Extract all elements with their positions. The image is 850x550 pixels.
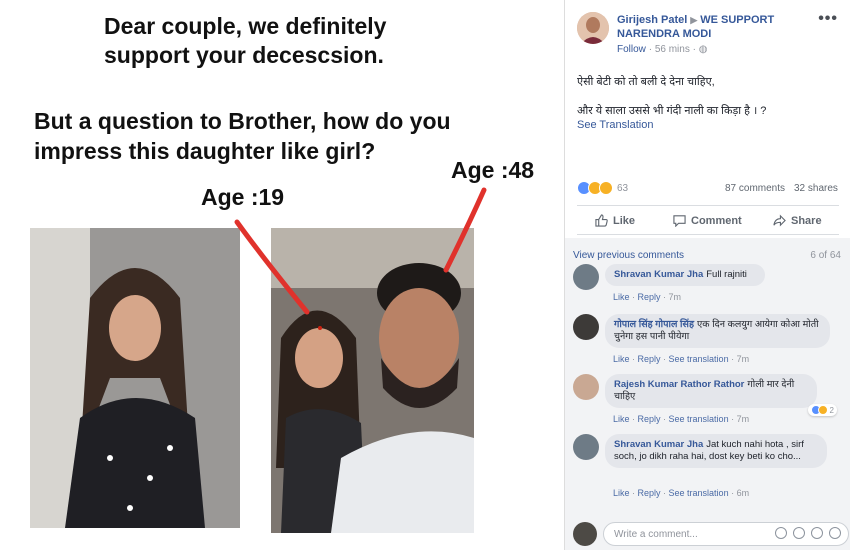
camera-icon[interactable] (793, 527, 805, 539)
commenter-name[interactable]: Shravan Kumar Jha (614, 439, 703, 450)
comment-actions: Like · Reply · See translation · 6m (613, 488, 750, 498)
comment-like-link[interactable]: Like (613, 488, 630, 498)
comment-reply-link[interactable]: Reply (638, 414, 661, 424)
facebook-post-panel: Girijesh Patel ▶ WE SUPPORT NARENDRA MODI … (564, 0, 850, 550)
comment-see-translation-link[interactable]: See translation (669, 354, 729, 364)
post-header: Girijesh Patel ▶ WE SUPPORT NARENDRA MODI (617, 13, 817, 41)
commenter-name[interactable]: गोपाल सिंह गोपाल सिंह (614, 319, 694, 330)
follow-link[interactable]: Follow (617, 44, 646, 55)
arrow-right-icon: ▶ (690, 15, 698, 25)
comments-section: View previous comments 6 of 64 Shravan K… (565, 238, 850, 550)
age-label-left: Age :19 (201, 184, 285, 210)
divider (577, 234, 839, 235)
comment-text: Full rajniti (706, 269, 747, 280)
age-label-right: Age :48 (451, 157, 535, 183)
arrow-left-icon (234, 219, 310, 315)
commenter-avatar[interactable] (573, 314, 599, 340)
reaction-count: 63 (617, 182, 629, 194)
share-count[interactable]: 32 shares (794, 183, 838, 194)
sticker-icon[interactable] (829, 527, 841, 539)
comment-bubble: Shravan Kumar Jha Full rajniti (605, 264, 765, 286)
commenter-avatar[interactable] (573, 264, 599, 290)
comment-actions: Like · Reply · 7m (613, 292, 682, 302)
like-button[interactable]: Like (595, 214, 635, 227)
comment-reply-link[interactable]: Reply (638, 488, 661, 498)
meme-caption-top: Dear couple, we definitely support your … (104, 13, 387, 68)
comment-bubble: गोपाल सिंह गोपाल सिंह एक दिन कलयुग आयेगा … (605, 314, 830, 348)
comment-label: Comment (691, 214, 742, 227)
comments-count-indicator: 6 of 64 (810, 250, 841, 261)
meta-separator: · (648, 44, 653, 55)
commenter-name[interactable]: Shravan Kumar Jha (614, 269, 703, 280)
like-label: Like (613, 214, 636, 227)
comment-time[interactable]: 7m (737, 354, 750, 364)
emoji-icon[interactable] (775, 527, 787, 539)
meta-separator: · (692, 44, 696, 55)
comment-time[interactable]: 7m (669, 292, 682, 302)
reaction-summary[interactable]: 63 (577, 181, 628, 195)
gif-icon[interactable] (811, 527, 823, 539)
meme-caption-question: But a question to Brother, how do you im… (34, 108, 451, 164)
comment-input-tools (775, 527, 841, 539)
commenter-name[interactable]: Rajesh Kumar Rathor Rathor (614, 379, 744, 390)
comment-button[interactable]: Comment (673, 214, 742, 227)
comment-like-link[interactable]: Like (613, 414, 630, 424)
comment-icon (673, 215, 686, 227)
post-time[interactable]: 56 mins (655, 44, 690, 55)
comment-see-translation-link[interactable]: See translation (669, 414, 729, 424)
comment-reply-link[interactable]: Reply (638, 354, 661, 364)
current-user-avatar (573, 522, 597, 546)
comment-actions: Like · Reply · See translation · 7m (613, 414, 750, 424)
more-options-icon[interactable]: ••• (818, 10, 838, 28)
comment-actions: Like · Reply · See translation · 7m (613, 354, 750, 364)
wow-reaction-icon (599, 181, 613, 195)
post-text-line1: ऐसी बेटी को तो बली दे देना चाहिए, (577, 76, 715, 88)
share-icon (773, 214, 786, 227)
thumbs-up-icon (595, 214, 608, 227)
haha-reaction-icon (817, 405, 828, 415)
see-translation-link[interactable]: See Translation (577, 119, 653, 131)
globe-icon: ◍ (698, 44, 708, 55)
comment-reply-link[interactable]: Reply (638, 292, 661, 302)
share-button[interactable]: Share (773, 214, 822, 227)
view-previous-comments-link[interactable]: View previous comments (573, 250, 684, 261)
commenter-avatar[interactable] (573, 434, 599, 460)
comment-count[interactable]: 87 comments (725, 183, 785, 194)
photo-girl (30, 228, 240, 528)
post-meta: Follow · 56 mins · ◍ (617, 44, 707, 55)
post-text-line2: और ये साला उससे भी गंदी नाली का किड़ा है… (577, 105, 767, 117)
comment-time[interactable]: 6m (737, 488, 750, 498)
commenter-avatar[interactable] (573, 374, 599, 400)
meme-image: Dear couple, we definitely support your … (0, 0, 562, 550)
comment-like-link[interactable]: Like (613, 292, 630, 302)
write-comment-box: Write a comment... (573, 522, 849, 548)
author-avatar[interactable] (577, 12, 609, 44)
comment-reaction-count: 2 (829, 405, 834, 415)
comment-reaction-badge[interactable]: 2 (807, 404, 837, 416)
arrow-right-icon (443, 187, 487, 273)
share-label: Share (791, 214, 822, 227)
comment-see-translation-link[interactable]: See translation (669, 488, 729, 498)
author-name[interactable]: Girijesh Patel (617, 14, 687, 26)
comment-like-link[interactable]: Like (613, 354, 630, 364)
comment-bubble: Shravan Kumar Jha Jat kuch nahi hota , si… (605, 434, 827, 468)
divider (577, 205, 839, 206)
comment-bubble: Rajesh Kumar Rathor Rathor गोली मार देनी … (605, 374, 817, 408)
comment-time[interactable]: 7m (737, 414, 750, 424)
